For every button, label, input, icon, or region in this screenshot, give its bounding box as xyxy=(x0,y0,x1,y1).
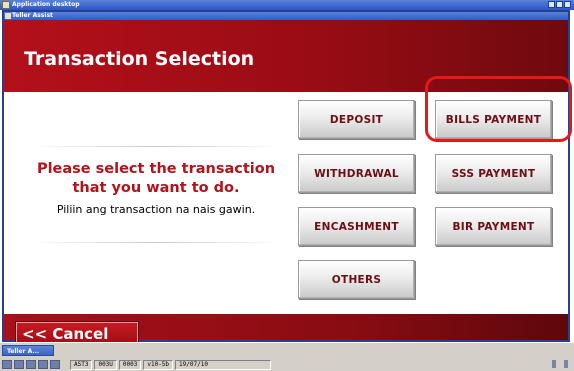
divider-bottom xyxy=(32,242,280,243)
encashment-button[interactable]: ENCASHMENT xyxy=(298,207,415,246)
page-title: Transaction Selection xyxy=(24,48,255,70)
status-field: 19/07/10 xyxy=(175,359,272,370)
bir-payment-button[interactable]: BIR PAYMENT xyxy=(435,207,552,246)
status-bar: AST3 003U 0003 v10-5b 19/07/10 xyxy=(2,359,572,370)
teller-assist-window: Teller Assist Transaction Selection Plea… xyxy=(2,10,570,346)
window-title-bar: Teller Assist xyxy=(4,12,568,20)
app-icon xyxy=(2,1,10,9)
close-icon[interactable] xyxy=(564,1,571,8)
withdrawal-button[interactable]: WITHDRAWAL xyxy=(298,154,415,193)
status-field: 003U xyxy=(94,359,117,370)
status-field: v10-5b xyxy=(143,359,174,370)
status-field: 0003 xyxy=(118,359,142,370)
status-indicator-icon xyxy=(14,360,24,369)
instruction-subtitle: Piliin ang transaction na nais gawin. xyxy=(56,203,256,216)
minimize-icon[interactable] xyxy=(548,1,555,8)
window-title: Teller Assist xyxy=(12,12,53,19)
page-footer: << Cancel xyxy=(4,314,568,346)
instruction-line-1: Please select the transaction xyxy=(36,161,276,177)
page-header: Transaction Selection xyxy=(4,20,568,92)
os-title-bar: Application desktop xyxy=(0,0,574,10)
system-tray xyxy=(552,360,568,368)
tray-icon[interactable] xyxy=(552,360,556,368)
instruction-block: Please select the transaction that you w… xyxy=(16,146,296,243)
instruction-line-2: that you want to do. xyxy=(72,180,240,196)
window-icon xyxy=(5,13,11,19)
status-indicator-icon xyxy=(2,360,12,369)
bills-payment-button[interactable]: BILLS PAYMENT xyxy=(435,100,552,139)
window-controls xyxy=(548,1,571,8)
status-indicator-icon xyxy=(38,360,48,369)
divider-top xyxy=(32,146,280,147)
transaction-panel: Please select the transaction that you w… xyxy=(4,92,568,314)
sss-payment-button[interactable]: SSS PAYMENT xyxy=(435,154,552,193)
os-title: Application desktop xyxy=(12,1,80,8)
deposit-button[interactable]: DEPOSIT xyxy=(298,100,415,139)
taskbar-button-teller[interactable]: Teller A... xyxy=(2,345,54,356)
others-button[interactable]: OTHERS xyxy=(298,260,415,299)
tray-icon[interactable] xyxy=(564,360,568,368)
status-indicator-icon xyxy=(26,360,36,369)
status-indicator-icon xyxy=(50,360,60,369)
taskbar: Teller A... AST3 003U 0003 v10-5b 19/07/… xyxy=(0,342,574,371)
status-field: AST3 xyxy=(70,359,93,370)
maximize-icon[interactable] xyxy=(556,1,563,8)
